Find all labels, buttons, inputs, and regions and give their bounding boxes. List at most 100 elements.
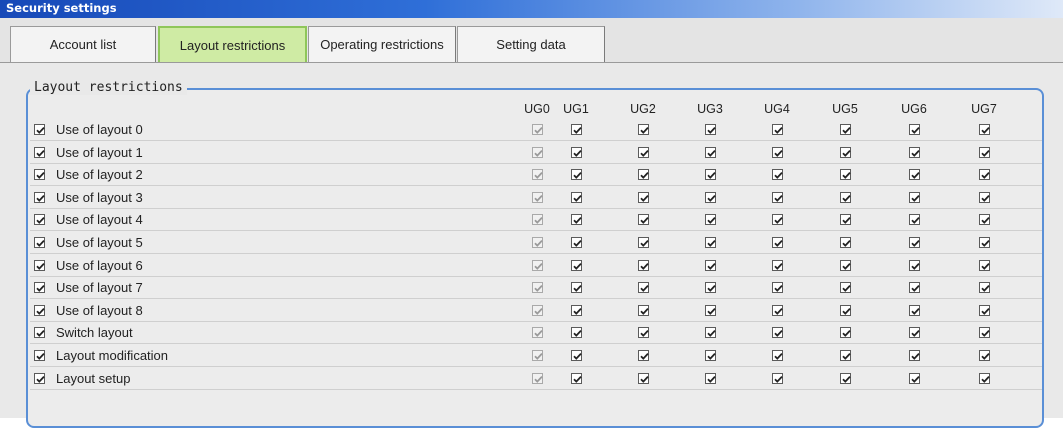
ug6-checkbox[interactable]	[909, 305, 920, 316]
ug1-checkbox[interactable]	[571, 192, 582, 203]
ug7-checkbox[interactable]	[979, 305, 990, 316]
ug5-checkbox[interactable]	[840, 350, 851, 361]
ug2-checkbox[interactable]	[638, 350, 649, 361]
ug4-checkbox[interactable]	[772, 169, 783, 180]
ug5-checkbox[interactable]	[840, 373, 851, 384]
row-enable-checkbox[interactable]	[34, 124, 45, 135]
row-enable-checkbox[interactable]	[34, 169, 45, 180]
tab-account-list[interactable]: Account list	[10, 26, 156, 62]
ug1-checkbox[interactable]	[571, 147, 582, 158]
ug6-checkbox[interactable]	[909, 350, 920, 361]
ug5-checkbox[interactable]	[840, 260, 851, 271]
ug7-checkbox[interactable]	[979, 147, 990, 158]
ug7-checkbox[interactable]	[979, 124, 990, 135]
tab-operating-restrictions[interactable]: Operating restrictions	[308, 26, 456, 62]
ug4-checkbox[interactable]	[772, 237, 783, 248]
ug6-checkbox[interactable]	[909, 169, 920, 180]
row-enable-checkbox[interactable]	[34, 192, 45, 203]
ug3-checkbox[interactable]	[705, 282, 716, 293]
ug5-checkbox[interactable]	[840, 305, 851, 316]
row-enable-checkbox[interactable]	[34, 282, 45, 293]
ug4-checkbox[interactable]	[772, 305, 783, 316]
ug1-checkbox[interactable]	[571, 327, 582, 338]
row-enable-checkbox[interactable]	[34, 327, 45, 338]
ug7-checkbox[interactable]	[979, 169, 990, 180]
ug1-checkbox[interactable]	[571, 237, 582, 248]
ug6-checkbox[interactable]	[909, 214, 920, 225]
ug4-checkbox[interactable]	[772, 214, 783, 225]
ug5-checkbox[interactable]	[840, 124, 851, 135]
ug7-checkbox[interactable]	[979, 350, 990, 361]
ug6-checkbox[interactable]	[909, 124, 920, 135]
ug7-checkbox[interactable]	[979, 192, 990, 203]
row-enable-checkbox[interactable]	[34, 350, 45, 361]
ug4-checkbox[interactable]	[772, 373, 783, 384]
ug2-checkbox[interactable]	[638, 124, 649, 135]
ug6-checkbox[interactable]	[909, 282, 920, 293]
ug3-checkbox[interactable]	[705, 237, 716, 248]
tab-setting-data[interactable]: Setting data	[457, 26, 605, 62]
ug1-checkbox[interactable]	[571, 350, 582, 361]
ug3-checkbox[interactable]	[705, 124, 716, 135]
ug4-checkbox[interactable]	[772, 260, 783, 271]
ug3-checkbox[interactable]	[705, 373, 716, 384]
ug5-checkbox[interactable]	[840, 282, 851, 293]
ug2-checkbox[interactable]	[638, 169, 649, 180]
ug1-checkbox[interactable]	[571, 214, 582, 225]
ug5-checkbox[interactable]	[840, 169, 851, 180]
ug7-checkbox[interactable]	[979, 214, 990, 225]
ug5-checkbox[interactable]	[840, 192, 851, 203]
ug1-checkbox[interactable]	[571, 305, 582, 316]
ug1-checkbox[interactable]	[571, 282, 582, 293]
row-enable-checkbox[interactable]	[34, 237, 45, 248]
ug2-checkbox[interactable]	[638, 214, 649, 225]
ug2-checkbox[interactable]	[638, 260, 649, 271]
ug6-checkbox[interactable]	[909, 260, 920, 271]
ug2-checkbox[interactable]	[638, 237, 649, 248]
tab-layout-restrictions[interactable]: Layout restrictions	[158, 26, 307, 62]
ug5-checkbox[interactable]	[840, 147, 851, 158]
ug1-checkbox[interactable]	[571, 124, 582, 135]
ug1-checkbox[interactable]	[571, 169, 582, 180]
ug5-checkbox[interactable]	[840, 327, 851, 338]
ug2-checkbox[interactable]	[638, 147, 649, 158]
ug4-checkbox[interactable]	[772, 124, 783, 135]
ug6-checkbox[interactable]	[909, 147, 920, 158]
ug3-checkbox[interactable]	[705, 214, 716, 225]
ug1-checkbox[interactable]	[571, 260, 582, 271]
ug6-checkbox[interactable]	[909, 327, 920, 338]
ug7-checkbox[interactable]	[979, 237, 990, 248]
ug4-checkbox[interactable]	[772, 350, 783, 361]
ug3-checkbox[interactable]	[705, 327, 716, 338]
ug3-checkbox[interactable]	[705, 305, 716, 316]
ug7-checkbox[interactable]	[979, 282, 990, 293]
ug1-checkbox[interactable]	[571, 373, 582, 384]
row-enable-checkbox[interactable]	[34, 373, 45, 384]
ug5-checkbox[interactable]	[840, 237, 851, 248]
ug3-checkbox[interactable]	[705, 192, 716, 203]
ug4-checkbox[interactable]	[772, 192, 783, 203]
ug7-checkbox[interactable]	[979, 327, 990, 338]
row-enable-checkbox[interactable]	[34, 147, 45, 158]
ug4-checkbox[interactable]	[772, 147, 783, 158]
ug6-checkbox[interactable]	[909, 192, 920, 203]
row-enable-checkbox[interactable]	[34, 260, 45, 271]
ug4-checkbox[interactable]	[772, 282, 783, 293]
ug6-checkbox[interactable]	[909, 237, 920, 248]
ug2-checkbox[interactable]	[638, 327, 649, 338]
ug2-checkbox[interactable]	[638, 192, 649, 203]
ug3-checkbox[interactable]	[705, 147, 716, 158]
ug5-checkbox[interactable]	[840, 214, 851, 225]
ug3-checkbox[interactable]	[705, 169, 716, 180]
ug7-checkbox[interactable]	[979, 373, 990, 384]
ug3-checkbox[interactable]	[705, 350, 716, 361]
ug7-checkbox[interactable]	[979, 260, 990, 271]
ug6-checkbox[interactable]	[909, 373, 920, 384]
ug2-checkbox[interactable]	[638, 282, 649, 293]
ug2-checkbox[interactable]	[638, 305, 649, 316]
row-enable-checkbox[interactable]	[34, 214, 45, 225]
ug4-checkbox[interactable]	[772, 327, 783, 338]
row-enable-checkbox[interactable]	[34, 305, 45, 316]
ug2-checkbox[interactable]	[638, 373, 649, 384]
ug3-checkbox[interactable]	[705, 260, 716, 271]
